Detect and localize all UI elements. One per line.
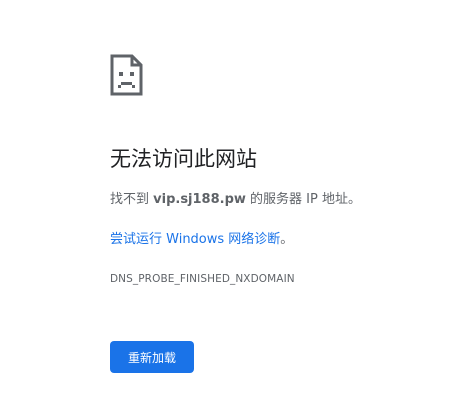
error-code: DNS_PROBE_FINISHED_NXDOMAIN (110, 273, 295, 285)
error-host: vip.sj188.pw (153, 192, 246, 207)
error-page: 无法访问此网站 找不到 vip.sj188.pw 的服务器 IP 地址。 尝试运… (0, 0, 460, 403)
suggestion-line: 尝试运行 Windows 网络诊断。 (110, 230, 293, 250)
network-diagnostics-link[interactable]: 尝试运行 Windows 网络诊断 (110, 232, 280, 247)
sad-page-icon (110, 54, 143, 96)
error-title: 无法访问此网站 (110, 147, 257, 171)
error-message-suffix: 的服务器 IP 地址。 (245, 192, 361, 207)
error-message-prefix: 找不到 (110, 192, 154, 207)
reload-button[interactable]: 重新加载 (110, 341, 194, 373)
error-message: 找不到 vip.sj188.pw 的服务器 IP 地址。 (110, 190, 361, 210)
suggestion-suffix: 。 (280, 232, 294, 247)
